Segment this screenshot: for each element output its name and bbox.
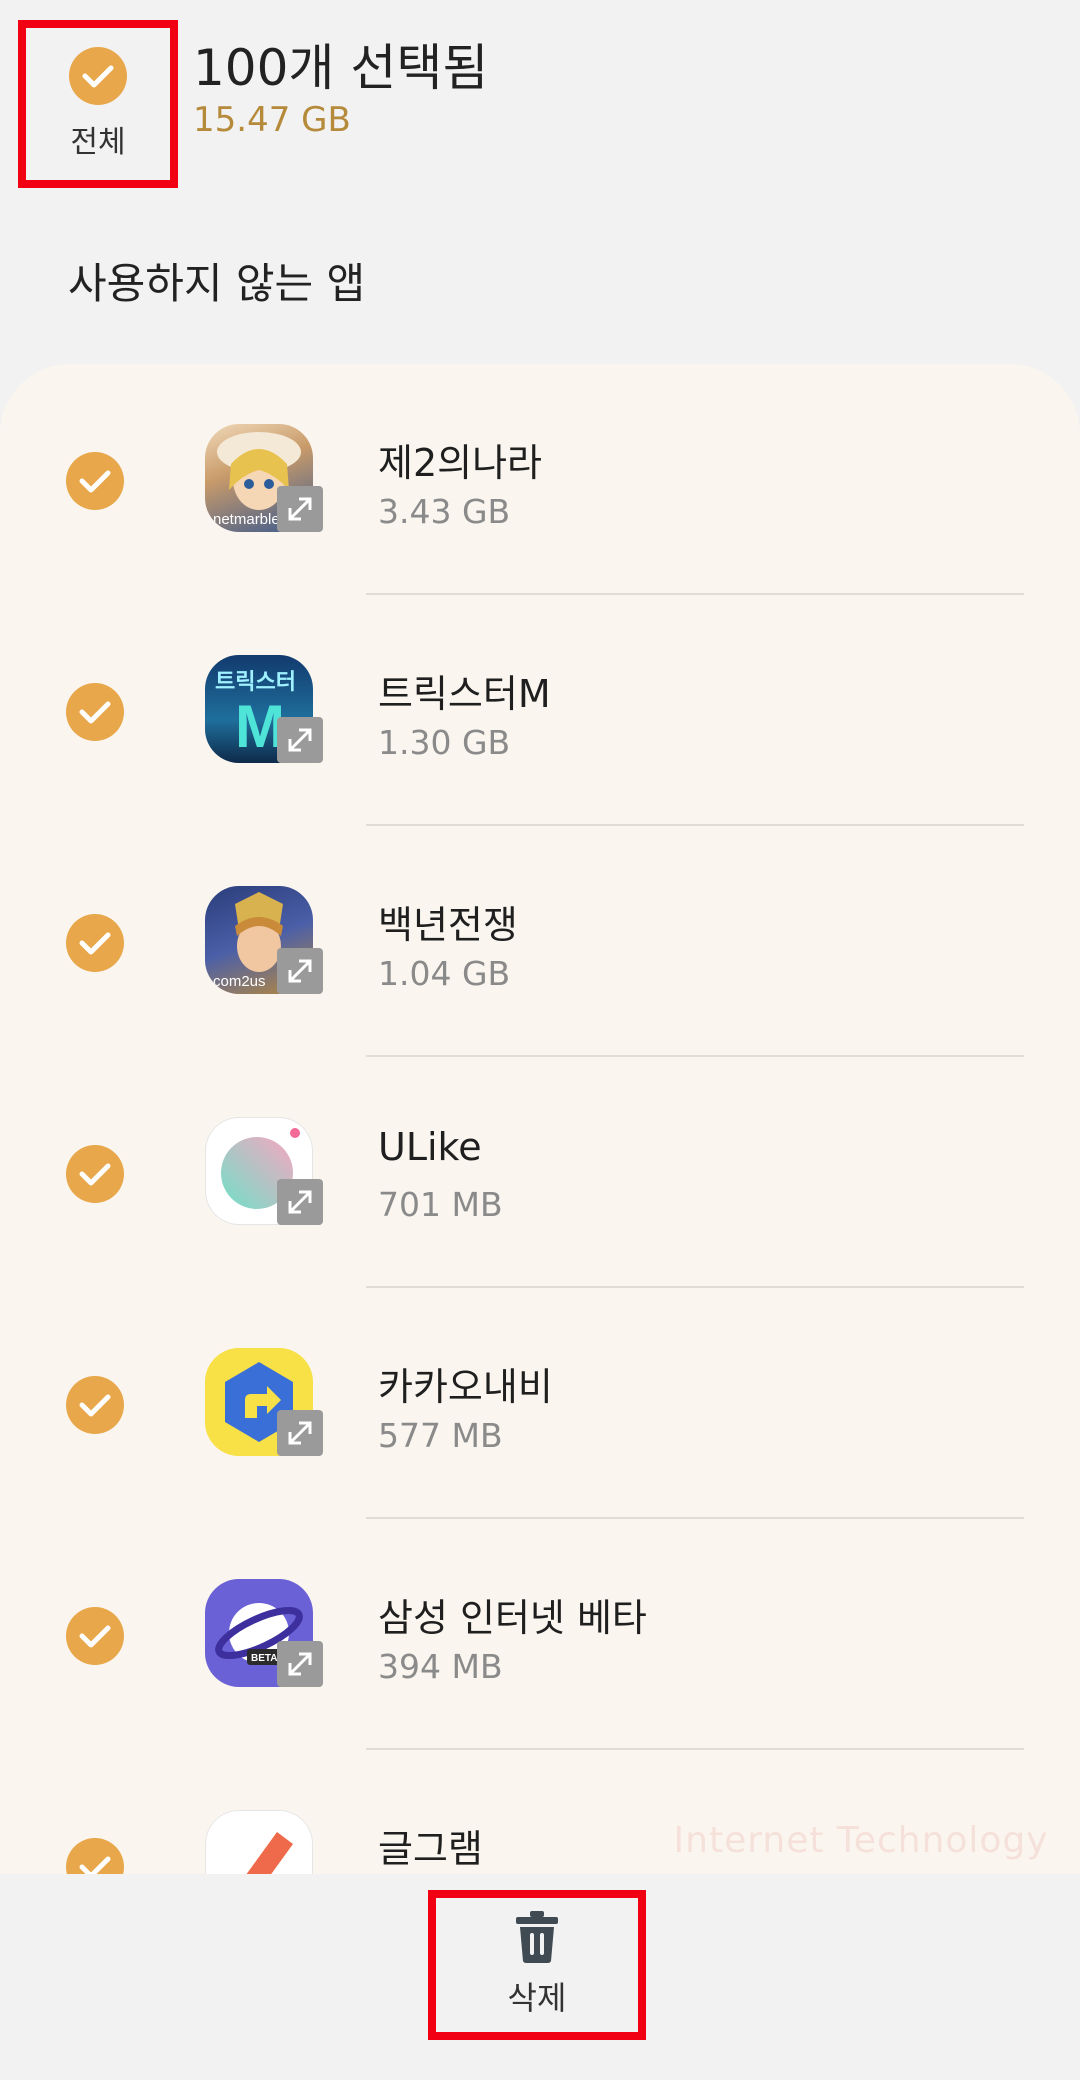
- app-name: 제2의나라: [378, 441, 543, 485]
- header: 전체 100개 선택됨 15.47 GB: [0, 0, 1080, 200]
- checked-circle-icon: [69, 47, 127, 105]
- checked-circle-icon[interactable]: [66, 914, 124, 972]
- app-size: 394 MB: [378, 1647, 503, 1686]
- app-name: ULike: [378, 1125, 482, 1169]
- app-size: 1.04 GB: [378, 954, 511, 993]
- expand-icon: [277, 486, 323, 532]
- delete-label: 삭제: [507, 1979, 567, 2017]
- app-row[interactable]: ULike 701 MB: [0, 1057, 1080, 1288]
- app-name: 글그램: [378, 1827, 483, 1871]
- app-size: 577 MB: [378, 1416, 503, 1455]
- checked-circle-icon[interactable]: [66, 1607, 124, 1665]
- geulgram-icon: [205, 1810, 313, 1874]
- trash-icon: [516, 1911, 558, 1963]
- trickster-logo-text: 트릭스터: [215, 670, 296, 695]
- selection-total-size: 15.47 GB: [193, 100, 351, 140]
- app-name: 트릭스터M: [378, 672, 551, 716]
- select-all-button[interactable]: 전체: [18, 20, 178, 188]
- app-row[interactable]: 글그램: [0, 1750, 1080, 1874]
- app-size: 1.30 GB: [378, 723, 511, 762]
- checked-circle-icon[interactable]: [66, 683, 124, 741]
- checked-circle-icon[interactable]: [66, 1376, 124, 1434]
- section-title: 사용하지 않는 앱: [68, 259, 366, 308]
- app-name: 삼성 인터넷 베타: [378, 1596, 647, 1640]
- app-list: netmarble 제2의나라 3.43 GB 트릭스터 M 트릭스터M 1.3…: [0, 364, 1080, 1874]
- bottom-action-bar: 삭제: [0, 1874, 1080, 2080]
- selection-count-title: 100개 선택됨: [193, 39, 489, 97]
- checked-circle-icon[interactable]: [66, 1838, 124, 1874]
- expand-icon: [277, 1179, 323, 1225]
- checked-circle-icon[interactable]: [66, 452, 124, 510]
- expand-icon: [277, 1410, 323, 1456]
- app-name: 백년전쟁: [378, 903, 518, 947]
- app-row[interactable]: 트릭스터 M 트릭스터M 1.30 GB: [0, 595, 1080, 826]
- app-row[interactable]: 카카오내비 577 MB: [0, 1288, 1080, 1519]
- select-all-label: 전체: [70, 125, 126, 160]
- app-row[interactable]: BETA 삼성 인터넷 베타 394 MB: [0, 1519, 1080, 1750]
- expand-icon: [277, 717, 323, 763]
- delete-button[interactable]: 삭제: [428, 1890, 646, 2040]
- expand-icon: [277, 948, 323, 994]
- app-name: 카카오내비: [378, 1365, 553, 1409]
- beta-badge-text: BETA: [251, 1653, 277, 1664]
- app-size: 701 MB: [378, 1185, 503, 1224]
- app-row[interactable]: netmarble 제2의나라 3.43 GB: [0, 364, 1080, 595]
- app-size: 3.43 GB: [378, 492, 511, 531]
- netmarble-logo-text: netmarble: [213, 511, 280, 528]
- com2us-logo-text: com2us: [213, 973, 266, 990]
- expand-icon: [277, 1641, 323, 1687]
- checked-circle-icon[interactable]: [66, 1145, 124, 1203]
- app-row[interactable]: com2us 백년전쟁 1.04 GB: [0, 826, 1080, 1057]
